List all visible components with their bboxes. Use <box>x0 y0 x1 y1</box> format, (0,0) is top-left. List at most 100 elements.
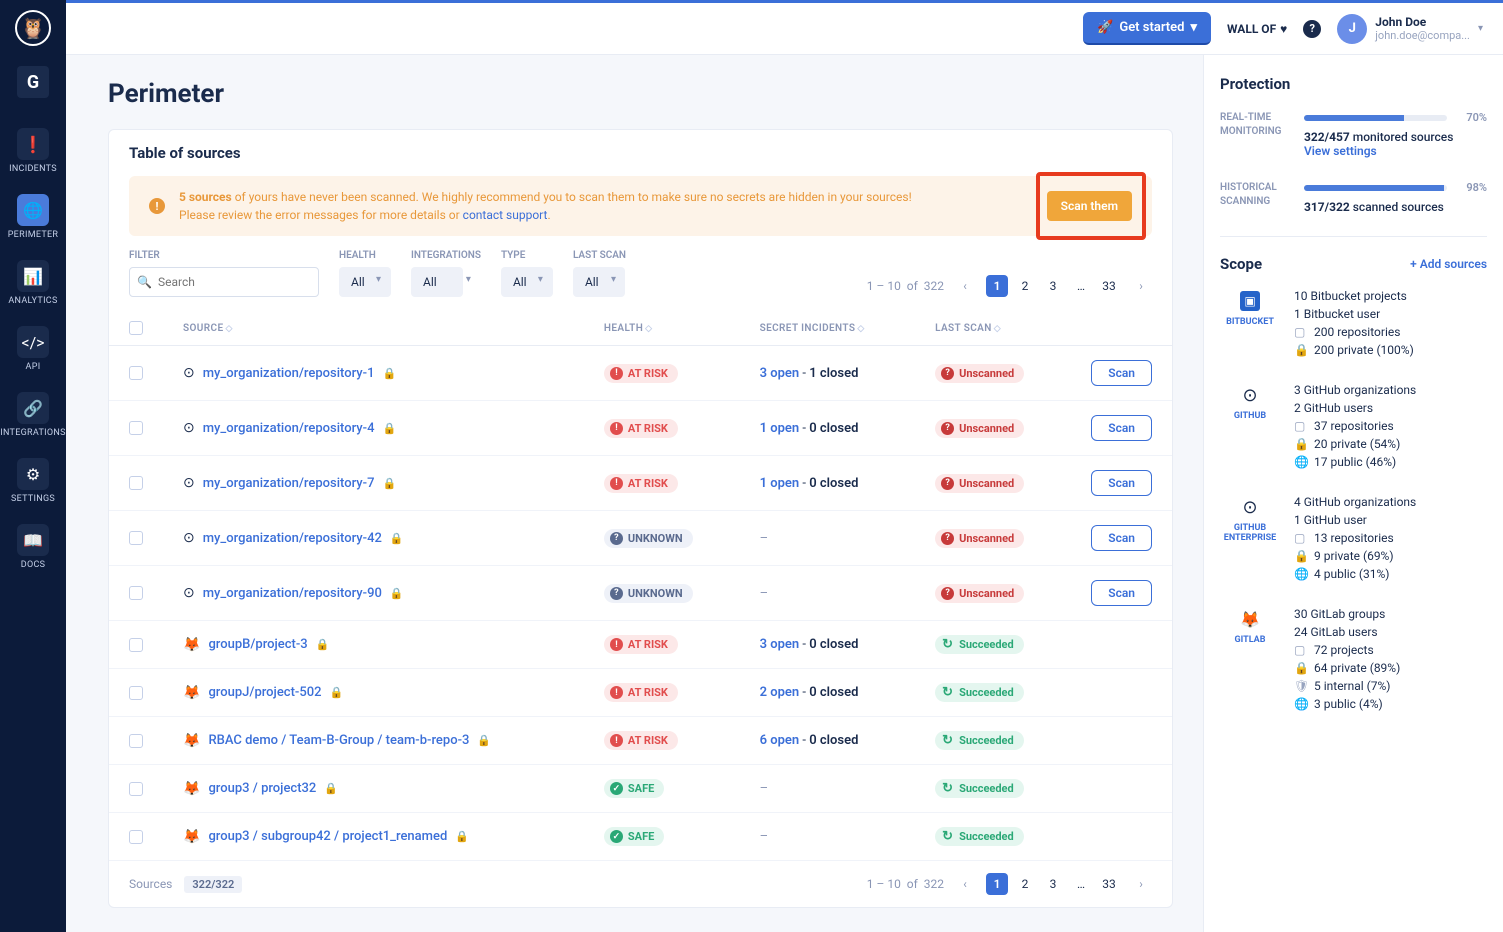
source-link[interactable]: my_organization/repository-42 <box>203 531 382 546</box>
lock-icon: 🔒 <box>382 477 396 490</box>
lastscan-filter[interactable]: All <box>573 267 625 297</box>
scope-icon-label: GITLAB <box>1235 635 1266 645</box>
sort-icon[interactable]: ◇ <box>226 324 233 334</box>
row-checkbox[interactable] <box>129 686 143 700</box>
page-33[interactable]: 33 <box>1098 873 1120 895</box>
source-link[interactable]: groupJ/project-502 <box>208 685 321 700</box>
shield-icon: 🛡 <box>1294 679 1308 693</box>
org-badge[interactable]: G <box>17 66 49 98</box>
sort-icon[interactable]: ◇ <box>645 324 652 334</box>
wall-of-love-link[interactable]: WALL OF ♥ <box>1227 22 1287 36</box>
lock-icon: 🔒 <box>390 532 404 545</box>
user-menu[interactable]: J John Doe john.doe@compa... ▾ <box>1337 14 1483 44</box>
sidebar-item-docs[interactable]: 📖 DOCS <box>0 514 66 580</box>
table-row: 🦊 RBAC demo / Team-B-Group / team-b-repo-… <box>109 717 1172 765</box>
scan-status-badge: ?Unscanned <box>935 364 1024 383</box>
lock-icon: 🔒 <box>1294 437 1308 451</box>
scan-button[interactable]: Scan <box>1091 415 1152 441</box>
user-email: john.doe@compa... <box>1375 29 1470 42</box>
page-next[interactable]: › <box>1130 873 1152 895</box>
page-1[interactable]: 1 <box>986 873 1008 895</box>
row-checkbox[interactable] <box>129 366 143 380</box>
scope-subline: 🌐17 public (46%) <box>1294 455 1487 469</box>
page-3[interactable]: 3 <box>1042 275 1064 297</box>
page-2[interactable]: 2 <box>1014 275 1036 297</box>
page-2[interactable]: 2 <box>1014 873 1036 895</box>
scan-warning-banner: ! 5 sources of yours have never been sca… <box>129 176 1152 236</box>
row-checkbox[interactable] <box>129 830 143 844</box>
scan-status-badge: ?Unscanned <box>935 474 1024 493</box>
add-sources-button[interactable]: + Add sources <box>1410 257 1487 271</box>
source-link[interactable]: my_organization/repository-1 <box>203 366 375 381</box>
page-prev[interactable]: ‹ <box>954 873 976 895</box>
sidebar-item-integrations[interactable]: 🔗 INTEGRATIONS <box>0 382 66 448</box>
sidebar-item-incidents[interactable]: ❗ INCIDENTS <box>0 118 66 184</box>
scope-subline: 🛡5 internal (7%) <box>1294 679 1487 693</box>
scope-item-github-enterprise: ⊙GITHUB ENTERPRISE4 GitHub organizations… <box>1220 495 1487 585</box>
get-started-label: Get started <box>1119 20 1184 35</box>
sidebar-item-perimeter[interactable]: 🌐 PERIMETER <box>0 184 66 250</box>
help-button[interactable]: ? <box>1303 20 1321 38</box>
source-link[interactable]: my_organization/repository-7 <box>203 476 375 491</box>
app-logo-icon[interactable]: 🦉 <box>15 10 51 46</box>
wall-love-label: WALL OF <box>1227 22 1276 36</box>
page-1[interactable]: 1 <box>986 275 1008 297</box>
row-checkbox[interactable] <box>129 638 143 652</box>
rocket-icon: 🚀 <box>1097 20 1113 35</box>
sort-icon[interactable]: ◇ <box>857 324 864 334</box>
search-input[interactable] <box>129 267 319 297</box>
table-row: ⊙my_organization/repository-42🔒?UNKNOWN–… <box>109 511 1172 566</box>
gl-icon: 🦊 <box>1238 607 1262 631</box>
source-link[interactable]: my_organization/repository-4 <box>203 421 375 436</box>
sidebar-item-api[interactable]: </> API <box>0 316 66 382</box>
type-filter[interactable]: All <box>501 267 553 297</box>
page-3[interactable]: 3 <box>1042 873 1064 895</box>
scan-button[interactable]: Scan <box>1091 525 1152 551</box>
get-started-button[interactable]: 🚀 Get started ▾ <box>1083 12 1211 45</box>
sidebar-item-label: PERIMETER <box>8 230 59 240</box>
scan-button[interactable]: Scan <box>1091 580 1152 606</box>
scope-title: Scope <box>1220 255 1262 273</box>
github-icon: ⊙ <box>183 475 195 491</box>
sidebar-item-settings[interactable]: ⚙ SETTINGS <box>0 448 66 514</box>
row-checkbox[interactable] <box>129 476 143 490</box>
row-checkbox[interactable] <box>129 531 143 545</box>
page-33[interactable]: 33 <box>1098 275 1120 297</box>
lock-icon: 🔒 <box>477 734 491 747</box>
sidebar-item-analytics[interactable]: 📊 ANALYTICS <box>0 250 66 316</box>
page-prev[interactable]: ‹ <box>954 275 976 297</box>
row-checkbox[interactable] <box>129 586 143 600</box>
source-link[interactable]: group3 / project32 <box>208 781 316 796</box>
health-filter[interactable]: All <box>339 267 391 297</box>
scan-them-button[interactable]: Scan them <box>1047 191 1132 221</box>
select-all-checkbox[interactable] <box>129 321 143 335</box>
integrations-filter[interactable]: All <box>411 267 463 297</box>
table-row: ⊙my_organization/repository-4🔒!AT RISK1 … <box>109 401 1172 456</box>
health-badge: ?UNKNOWN <box>604 529 693 548</box>
gitlab-icon: 🦊 <box>183 829 200 845</box>
contact-support-link[interactable]: contact support <box>463 208 548 222</box>
health-badge: !AT RISK <box>604 364 678 383</box>
card-title: Table of sources <box>109 130 1172 176</box>
footer-label: Sources <box>129 877 172 891</box>
row-checkbox[interactable] <box>129 421 143 435</box>
scan-button[interactable]: Scan <box>1091 360 1152 386</box>
row-checkbox[interactable] <box>129 782 143 796</box>
table-row: 🦊group3 / project32🔒✓SAFE–↻Succeeded <box>109 765 1172 813</box>
gitlab-icon: 🦊 <box>183 685 200 701</box>
sidebar-item-label: INCIDENTS <box>9 164 57 174</box>
sort-icon[interactable]: ◇ <box>994 324 1001 334</box>
source-link[interactable]: my_organization/repository-90 <box>203 586 382 601</box>
source-link[interactable]: group3 / subgroup42 / project1_renamed <box>208 829 447 844</box>
table-row: 🦊groupB/project-3🔒!AT RISK3 open - 0 clo… <box>109 621 1172 669</box>
gitlab-icon: 🦊 <box>183 733 200 749</box>
integrations-filter-label: INTEGRATIONS <box>411 250 481 261</box>
source-link[interactable]: RBAC demo / Team-B-Group / team-b-repo-3 <box>208 733 469 748</box>
view-settings-link[interactable]: View settings <box>1304 144 1377 158</box>
scan-status-badge: ↻Succeeded <box>935 683 1024 702</box>
page-next[interactable]: › <box>1130 275 1152 297</box>
scan-button[interactable]: Scan <box>1091 470 1152 496</box>
row-checkbox[interactable] <box>129 734 143 748</box>
sources-card: Table of sources ! 5 sources of yours ha… <box>108 129 1173 908</box>
source-link[interactable]: groupB/project-3 <box>208 637 307 652</box>
